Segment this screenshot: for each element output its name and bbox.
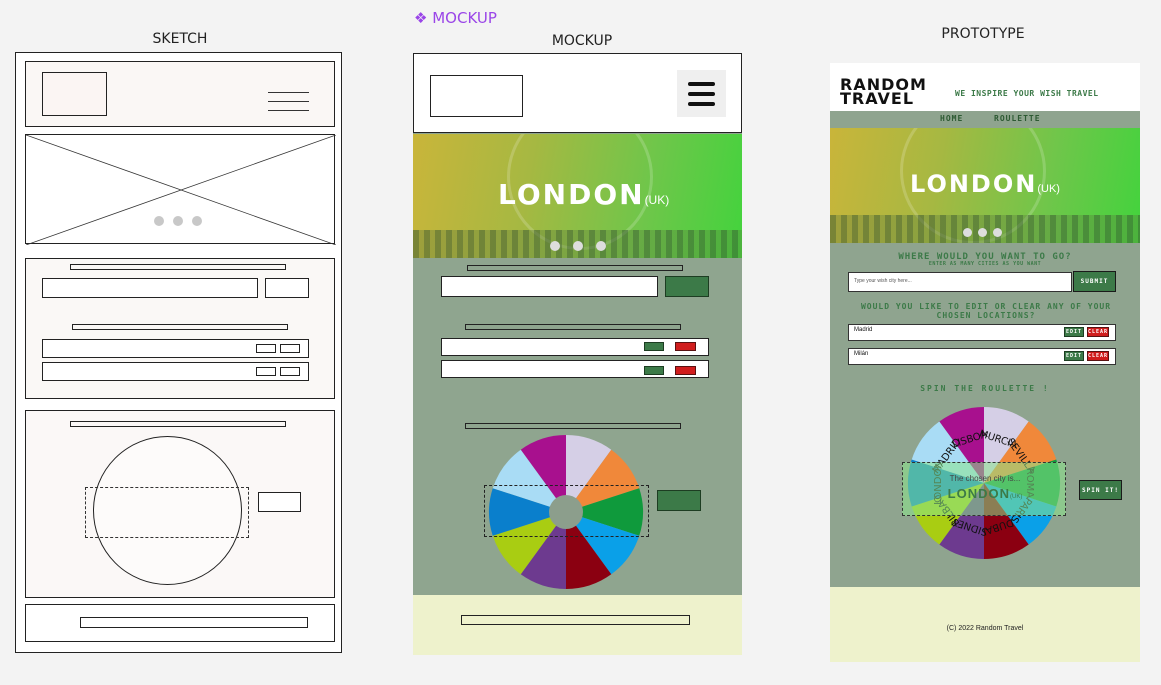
prototype-hero: LONDON(UK) — [830, 128, 1140, 243]
mockup-list-row — [441, 360, 709, 378]
mockup-footer — [413, 595, 742, 655]
sketch-hero-image — [25, 134, 336, 245]
prototype-footer: (C) 2022 Random Travel — [830, 587, 1140, 662]
mockup-edit-button[interactable] — [644, 342, 664, 351]
mockup-city-input[interactable] — [441, 276, 658, 297]
footer-text: (C) 2022 Random Travel — [946, 625, 1024, 632]
prototype-frame: RANDOM TRAVEL WE INSPIRE YOUR WISH TRAVE… — [830, 63, 1140, 662]
sketch-label: SKETCH — [152, 31, 208, 47]
roulette-title: SPIN THE ROULETTE ! — [920, 384, 1050, 393]
chosen-city-sub: (UK) — [1010, 494, 1023, 500]
nav-roulette[interactable]: ROULETTE — [994, 114, 1041, 123]
city-list-row: Milán EDIT CLEAR — [848, 348, 1116, 365]
city-input-placeholder: Type your wish city here... — [854, 278, 912, 284]
edit-title: WOULD YOU LIKE TO EDIT OR CLEAR ANY OF Y… — [860, 302, 1112, 320]
sketch-carousel-dot — [154, 216, 164, 226]
form-hint: ENTER AS MANY CITIES AS YOU WANT — [928, 261, 1042, 267]
carousel-dot[interactable] — [573, 241, 583, 251]
sketch-menu-line — [268, 110, 309, 111]
mockup-hero: LONDON(UK) — [413, 134, 742, 258]
submit-label: SUBMIT — [1080, 278, 1109, 285]
mockup-form-title — [467, 265, 683, 271]
sketch-carousel-dot — [173, 216, 183, 226]
carousel-dot[interactable] — [963, 228, 972, 237]
mockup-footer-text — [461, 615, 690, 625]
sketch-edit-button — [256, 367, 276, 376]
hamburger-menu-button[interactable] — [677, 70, 726, 117]
city-input[interactable]: Type your wish city here... — [848, 272, 1072, 292]
mockup-hero-subtitle: (UK) — [644, 193, 670, 207]
spin-button[interactable]: SPIN IT! — [1079, 480, 1122, 500]
edit-button[interactable]: EDIT — [1064, 327, 1084, 337]
sketch-logo-placeholder — [42, 72, 107, 116]
carousel-dot[interactable] — [596, 241, 606, 251]
sketch-carousel-dot — [192, 216, 202, 226]
clear-button[interactable]: CLEAR — [1087, 327, 1109, 337]
mockup-list-row — [441, 338, 709, 356]
carousel-dot[interactable] — [993, 228, 1002, 237]
menu-icon — [688, 82, 715, 106]
sketch-clear-button — [280, 344, 300, 353]
site-logo[interactable]: RANDOM TRAVEL — [840, 77, 927, 108]
sketch-roulette-title — [70, 421, 286, 427]
nav-bar: HOME ROULETTE — [830, 111, 1140, 127]
prototype-hero-subtitle: (UK) — [1037, 183, 1060, 195]
mockup-tag: ❖ MOCKUP — [414, 9, 497, 27]
carousel-dot[interactable] — [550, 241, 560, 251]
sketch-edit-button — [256, 344, 276, 353]
sketch-submit-button — [265, 278, 309, 298]
chosen-city-name: LONDON — [947, 486, 1010, 501]
sketch-menu-line — [268, 92, 309, 93]
city-name: Madrid — [854, 327, 873, 333]
city-name: Milán — [854, 351, 869, 357]
sketch-menu-line — [268, 101, 309, 102]
sketch-footer-text — [80, 617, 308, 628]
logo-line-2: TRAVEL — [840, 89, 915, 108]
mockup-hero-title: LONDON — [498, 178, 645, 211]
sketch-form-title — [70, 264, 286, 270]
mockup-edit-title — [465, 324, 681, 330]
tagline: WE INSPIRE YOUR WISH TRAVEL — [955, 89, 1099, 98]
mockup-roulette-title — [465, 423, 681, 429]
chosen-city-text: The chosen city is... — [949, 474, 1021, 483]
mockup-result-box — [484, 485, 649, 537]
carousel-dot[interactable] — [978, 228, 987, 237]
mockup-label: MOCKUP — [551, 33, 613, 49]
mockup-submit-button[interactable] — [665, 276, 709, 297]
mockup-spin-button[interactable] — [657, 490, 701, 511]
sketch-edit-title — [72, 324, 288, 330]
sketch-input — [42, 278, 258, 298]
sketch-image-cross — [26, 135, 336, 245]
mockup-frame: LONDON(UK) — [413, 53, 742, 655]
mockup-edit-button[interactable] — [644, 366, 664, 375]
edit-button[interactable]: EDIT — [1064, 351, 1084, 361]
prototype-hero-title: LONDON — [910, 170, 1038, 198]
sketch-result-box — [85, 487, 249, 538]
sketch-clear-button — [280, 367, 300, 376]
city-list-row: Madrid EDIT CLEAR — [848, 324, 1116, 341]
chosen-city-panel: The chosen city is... LONDON(UK) — [902, 462, 1066, 516]
submit-button[interactable]: SUBMIT — [1073, 271, 1116, 292]
mockup-clear-button[interactable] — [675, 342, 696, 351]
nav-home[interactable]: HOME — [940, 114, 963, 123]
spin-label: SPIN IT! — [1082, 487, 1119, 494]
clear-button[interactable]: CLEAR — [1087, 351, 1109, 361]
prototype-label: PROTOTYPE — [941, 26, 1025, 42]
mockup-logo-placeholder — [430, 75, 523, 117]
mockup-clear-button[interactable] — [675, 366, 696, 375]
sketch-spin-button — [258, 492, 301, 512]
